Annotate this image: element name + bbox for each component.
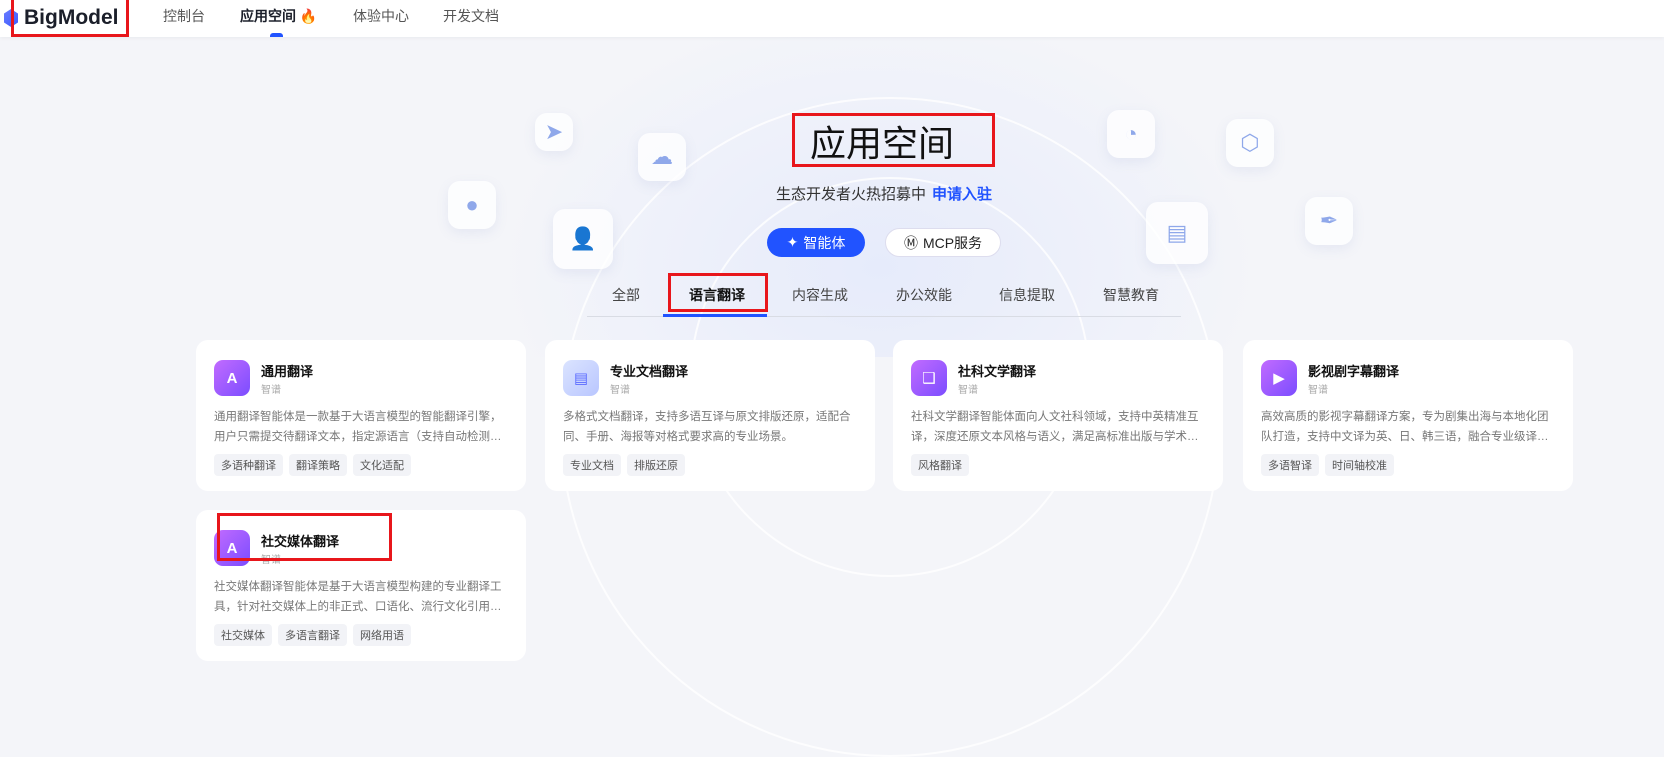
card-title: 社科文学翻译 bbox=[958, 364, 1037, 379]
card-description: 社科文学翻译智能体面向人文社科领域，支持中英精准互译，深度还原文本风格与语义，满… bbox=[911, 411, 1199, 443]
annotation-box bbox=[668, 273, 768, 312]
card-tag[interactable]: 文化适配 bbox=[353, 454, 411, 476]
tab-content-gen[interactable]: 内容生成 bbox=[792, 285, 848, 305]
agent-icon: ▶ bbox=[1261, 360, 1297, 396]
card-author: 智谱 bbox=[958, 385, 978, 396]
tab-office[interactable]: 办公效能 bbox=[896, 285, 952, 305]
card-tag[interactable]: 多语言翻译 bbox=[278, 624, 347, 646]
subtitle-text: 生态开发者火热招募中 bbox=[776, 186, 927, 203]
top-nav: BigModel 控制台 应用空间 🔥 体验中心 开发文档 bbox=[0, 0, 1664, 37]
mcp-label: MCP服务 bbox=[922, 234, 983, 251]
card-author: 智谱 bbox=[1308, 385, 1328, 396]
card-description: 社交媒体翻译智能体是基于大语言模型构建的专业翻译工具，针对社交媒体上的非正式、口… bbox=[214, 581, 502, 613]
mcp-button[interactable]: Ⓜ MCP服务 bbox=[885, 228, 1001, 257]
card-description: 通用翻译智能体是一款基于大语言模型的智能翻译引擎，用户只需提交待翻译文本，指定源… bbox=[214, 411, 502, 443]
card-tag[interactable]: 多语智译 bbox=[1261, 454, 1319, 476]
card-tags: 风格翻译 bbox=[911, 454, 969, 476]
agent-card[interactable]: ▶ 影视剧字幕翻译 智谱 高效高质的影视字幕翻译方案，专为剧集出海与本地化团队打… bbox=[1243, 340, 1573, 491]
card-tag[interactable]: 风格翻译 bbox=[911, 454, 969, 476]
nav-app-space[interactable]: 应用空间 🔥 bbox=[240, 6, 317, 26]
card-tags: 多语种翻译 翻译策略 文化适配 bbox=[214, 454, 411, 476]
card-tags: 多语智译 时间轴校准 bbox=[1261, 454, 1394, 476]
nav-app-space-label: 应用空间 bbox=[240, 8, 296, 24]
agent-icon: ▤ bbox=[563, 360, 599, 396]
tab-info-extract[interactable]: 信息提取 bbox=[999, 285, 1055, 305]
card-description: 高效高质的影视字幕翻译方案，专为剧集出海与本地化团队打造，支持中文译为英、日、韩… bbox=[1261, 411, 1549, 443]
agent-icon: ❑ bbox=[911, 360, 947, 396]
card-title: 专业文档翻译 bbox=[610, 364, 689, 379]
nav-active-indicator bbox=[270, 33, 283, 37]
agents-label: 智能体 bbox=[803, 234, 846, 251]
annotation-box bbox=[217, 513, 392, 561]
card-author: 智谱 bbox=[261, 385, 281, 396]
annotation-box bbox=[792, 113, 995, 167]
document-star-icon: ▤ bbox=[1146, 202, 1208, 264]
card-author: 智谱 bbox=[610, 385, 630, 396]
fire-icon: 🔥 bbox=[299, 8, 318, 24]
card-tag[interactable]: 时间轴校准 bbox=[1325, 454, 1394, 476]
agent-card[interactable]: ▤ 专业文档翻译 智谱 多格式文档翻译，支持多语互译与原文排版还原，适配合同、手… bbox=[545, 340, 875, 491]
mcp-icon: Ⓜ bbox=[903, 234, 918, 251]
tab-education[interactable]: 智慧教育 bbox=[1103, 285, 1159, 305]
annotation-box bbox=[11, 0, 129, 37]
apply-link[interactable]: 申请入驻 bbox=[932, 186, 992, 203]
card-tags: 社交媒体 多语言翻译 网络用语 bbox=[214, 624, 411, 646]
tab-all[interactable]: 全部 bbox=[612, 285, 640, 305]
agent-card[interactable]: ❑ 社科文学翻译 智谱 社科文学翻译智能体面向人文社科领域，支持中英精准互译，深… bbox=[893, 340, 1223, 491]
card-title: 通用翻译 bbox=[261, 364, 314, 379]
card-tag[interactable]: 专业文档 bbox=[563, 454, 621, 476]
agent-card[interactable]: A 通用翻译 智谱 通用翻译智能体是一款基于大语言模型的智能翻译引擎，用户只需提… bbox=[196, 340, 526, 491]
user-star-icon: 👤 bbox=[553, 209, 613, 269]
card-tag[interactable]: 翻译策略 bbox=[289, 454, 347, 476]
card-title: 影视剧字幕翻译 bbox=[1308, 364, 1400, 379]
card-tag[interactable]: 排版还原 bbox=[627, 454, 685, 476]
agents-button[interactable]: ✦ 智能体 bbox=[767, 228, 865, 257]
tab-underline bbox=[663, 314, 767, 317]
subtitle: 生态开发者火热招募中 申请入驻 bbox=[776, 183, 992, 204]
pen-icon: ✒ bbox=[1305, 197, 1353, 245]
nav-docs[interactable]: 开发文档 bbox=[443, 6, 499, 26]
nav-experience[interactable]: 体验中心 bbox=[353, 6, 409, 26]
nav-console[interactable]: 控制台 bbox=[163, 6, 205, 26]
card-tags: 专业文档 排版还原 bbox=[563, 454, 685, 476]
agent-icon: A bbox=[214, 360, 250, 396]
card-description: 多格式文档翻译，支持多语互译与原文排版还原，适配合同、手册、海报等对格式要求高的… bbox=[563, 411, 851, 443]
location-icon: ● bbox=[448, 181, 496, 229]
card-tag[interactable]: 社交媒体 bbox=[214, 624, 272, 646]
agent-icon: ✦ bbox=[786, 234, 799, 250]
card-tag[interactable]: 网络用语 bbox=[353, 624, 411, 646]
card-tag[interactable]: 多语种翻译 bbox=[214, 454, 283, 476]
